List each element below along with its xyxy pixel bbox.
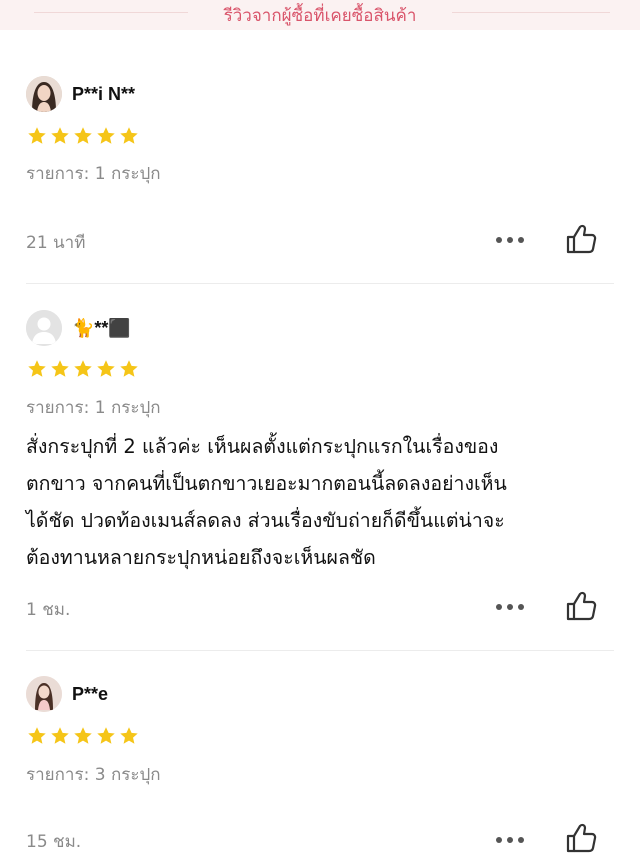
review-text-line: ต้องทานหลายกระปุกหน่อยถึงจะเห็นผลชัด xyxy=(26,546,376,569)
reviews-header: รีวิวจากผู้ซื้อที่เคยซื้อสินค้า xyxy=(0,0,640,30)
reviewer-row: 🐈**⬛ xyxy=(26,310,131,346)
more-dots-icon[interactable] xyxy=(496,835,524,845)
reviewer-row: P**i N** xyxy=(26,76,135,112)
review-time: 15 ชม. xyxy=(26,832,82,852)
thumbs-up-icon[interactable] xyxy=(564,589,598,623)
more-dots-icon[interactable] xyxy=(496,602,524,612)
star-icon xyxy=(51,127,69,144)
purchased-item: รายการ: 1 กระปุก xyxy=(26,164,161,184)
star-icon xyxy=(51,727,69,744)
rating-stars xyxy=(26,725,141,747)
review-text: สั่งกระปุกที่ 2 แล้วค่ะ เห็นผลตั้งแต่กระ… xyxy=(26,428,606,576)
star-icon xyxy=(28,360,46,377)
reviewer-name: 🐈**⬛ xyxy=(72,317,131,338)
review-time: 1 ชม. xyxy=(26,600,71,620)
thumbs-up-icon[interactable] xyxy=(564,821,598,855)
header-title: รีวิวจากผู้ซื้อที่เคยซื้อสินค้า xyxy=(223,6,417,26)
star-icon xyxy=(28,127,46,144)
more-dots-icon[interactable] xyxy=(496,235,524,245)
star-icon xyxy=(97,127,115,144)
review-divider xyxy=(26,650,614,651)
reviewer-name: P**e xyxy=(72,683,109,704)
star-icon xyxy=(74,727,92,744)
star-icon xyxy=(74,360,92,377)
star-icon xyxy=(74,127,92,144)
review-divider xyxy=(26,283,614,284)
thumbs-up-icon[interactable] xyxy=(564,222,598,256)
review-text-line: สั่งกระปุกที่ 2 แล้วค่ะ เห็นผลตั้งแต่กระ… xyxy=(26,435,499,458)
star-icon xyxy=(51,360,69,377)
review-text-line: ตกขาว จากคนที่เป็นตกขาวเยอะมากตอนนี้ลดลง… xyxy=(26,472,507,495)
purchased-item: รายการ: 3 กระปุก xyxy=(26,765,161,785)
reviewer-name: P**i N** xyxy=(72,83,136,104)
star-icon xyxy=(120,360,138,377)
rating-stars xyxy=(26,125,141,147)
star-icon xyxy=(97,360,115,377)
review-time: 21 นาที xyxy=(26,233,86,253)
header-divider-right xyxy=(452,12,610,13)
star-icon xyxy=(97,727,115,744)
purchased-item: รายการ: 1 กระปุก xyxy=(26,398,161,418)
star-icon xyxy=(120,127,138,144)
reviewer-row: P**e xyxy=(26,676,108,712)
star-icon xyxy=(28,727,46,744)
reviewer-avatar[interactable] xyxy=(26,310,62,346)
review-text-line: ได้ชัด ปวดท้องเมนส์ลดลง ส่วนเรื่องขับถ่า… xyxy=(26,509,505,532)
reviewer-avatar[interactable] xyxy=(26,676,62,712)
rating-stars xyxy=(26,358,141,380)
reviewer-avatar[interactable] xyxy=(26,76,62,112)
star-icon xyxy=(120,727,138,744)
